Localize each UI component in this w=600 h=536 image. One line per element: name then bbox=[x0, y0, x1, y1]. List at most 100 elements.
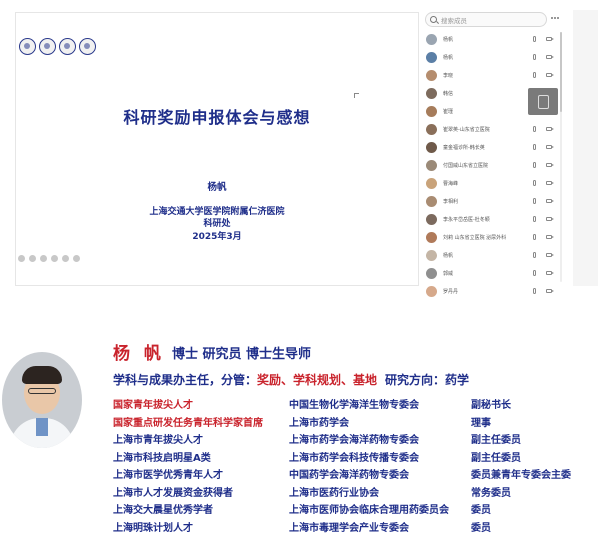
pen-icon[interactable] bbox=[40, 255, 47, 262]
logo-seal-2 bbox=[39, 38, 56, 55]
avatar bbox=[426, 177, 437, 189]
participant-row[interactable]: 付国威山东省立医院 bbox=[421, 156, 563, 174]
slide-date: 2025年3月 bbox=[192, 232, 242, 242]
participant-name: 罗丹丹 bbox=[443, 288, 459, 295]
roles-list: 副秘书长 理事 副主任委员 副主任委员 委员兼青年专委会主委 常务委员 委员 委员 bbox=[471, 397, 571, 536]
organization-item: 上海市毒理学会产业专委会 bbox=[289, 522, 409, 534]
research-direction: 研究方向：药学 bbox=[385, 373, 470, 387]
pointer-icon[interactable] bbox=[51, 255, 58, 262]
honor-item: 上海市青年拔尖人才 bbox=[113, 435, 203, 446]
honor-item: 上海交大晨星优秀学者 bbox=[113, 505, 213, 516]
position-prefix: 学科与成果办主任，分管： bbox=[113, 373, 258, 387]
bio-titles: 博士 研究员 博士生导师 bbox=[172, 347, 312, 362]
avatar bbox=[426, 213, 437, 225]
honor-item: 国家青年拔尖人才 bbox=[113, 400, 193, 411]
participant-name: 郭威 bbox=[443, 270, 454, 277]
participant-row[interactable]: 崔翠英-山东省立医院 bbox=[421, 120, 563, 138]
speaker-photo bbox=[2, 352, 82, 448]
participant-name: 李晓 bbox=[443, 72, 454, 79]
zoom-icon[interactable] bbox=[62, 255, 69, 262]
avatar bbox=[426, 231, 437, 243]
honor-item: 上海市科技启明星A类 bbox=[113, 452, 211, 464]
microphone-icon[interactable] bbox=[533, 54, 536, 60]
meeting-screen-capture: 科研奖励申报体会与感想 杨帆 上海交通大学医学院附属仁济医院 科研处 2025年… bbox=[0, 0, 600, 300]
camera-icon[interactable] bbox=[546, 289, 554, 293]
camera-icon[interactable] bbox=[546, 271, 554, 275]
participant-name: 刘莉 山东省立医院 泌尿外科 bbox=[443, 234, 507, 241]
participant-name: 李永平岱岳医-杜冬颖 bbox=[443, 216, 490, 223]
participant-row[interactable]: 童金福诊所-韩长英 bbox=[421, 138, 563, 156]
participant-name: 韩信 bbox=[443, 90, 454, 97]
camera-icon[interactable] bbox=[546, 163, 554, 167]
participant-row[interactable]: 曹海峰 bbox=[421, 174, 563, 192]
camera-icon[interactable] bbox=[546, 181, 554, 185]
participant-name: 杨帆 bbox=[443, 54, 454, 61]
microphone-icon[interactable] bbox=[533, 180, 536, 186]
organization-item: 中国生物化学海洋生物专委会 bbox=[289, 400, 419, 411]
participant-row[interactable]: 李相利 bbox=[421, 192, 563, 210]
participant-row[interactable]: 李永平岱岳医-杜冬颖 bbox=[421, 210, 563, 228]
avatar bbox=[426, 285, 437, 297]
microphone-icon[interactable] bbox=[533, 216, 536, 222]
camera-icon[interactable] bbox=[546, 217, 554, 221]
camera-icon[interactable] bbox=[546, 55, 554, 59]
participant-row[interactable]: 杨帆 bbox=[421, 246, 563, 264]
participant-row[interactable]: 李晓 bbox=[421, 66, 563, 84]
microphone-icon[interactable] bbox=[533, 36, 536, 42]
organization-item: 上海市医师协会临床合理用药委员会 bbox=[289, 505, 449, 516]
avatar bbox=[426, 267, 437, 279]
shared-slide: 科研奖励申报体会与感想 杨帆 上海交通大学医学院附属仁济医院 科研处 2025年… bbox=[15, 12, 419, 286]
participant-scrollbar[interactable] bbox=[560, 32, 562, 282]
microphone-icon[interactable] bbox=[533, 162, 536, 168]
avatar bbox=[426, 123, 437, 135]
camera-icon[interactable] bbox=[546, 235, 554, 239]
logo-seal-3 bbox=[59, 38, 76, 55]
participant-row[interactable]: 郭威 bbox=[421, 264, 563, 282]
bio-position-line: 学科与成果办主任，分管：奖励、学科规划、基地 研究方向：药学 bbox=[113, 371, 469, 388]
camera-icon[interactable] bbox=[546, 73, 554, 77]
participant-name: 崔瑾 bbox=[443, 108, 454, 115]
honor-item: 上海市医学优秀青年人才 bbox=[113, 470, 223, 481]
microphone-icon[interactable] bbox=[533, 234, 536, 240]
search-icon bbox=[430, 16, 437, 23]
search-input[interactable]: 搜索成员 bbox=[425, 12, 547, 27]
participant-row[interactable]: 罗丹丹 bbox=[421, 282, 563, 300]
bio-name: 杨 帆 bbox=[113, 344, 165, 364]
slide-title: 科研奖励申报体会与感想 bbox=[123, 108, 311, 127]
honor-item: 上海明珠计划人才 bbox=[113, 522, 193, 534]
slide-toolbar bbox=[18, 255, 80, 262]
next-slide-icon[interactable] bbox=[29, 255, 36, 262]
more-icon[interactable] bbox=[551, 17, 559, 19]
camera-icon[interactable] bbox=[546, 127, 554, 131]
avatar bbox=[426, 141, 437, 153]
microphone-icon[interactable] bbox=[533, 126, 536, 132]
floating-widget[interactable] bbox=[528, 88, 558, 115]
participant-row[interactable]: 刘莉 山东省立医院 泌尿外科 bbox=[421, 228, 563, 246]
microphone-icon[interactable] bbox=[533, 252, 536, 258]
microphone-icon[interactable] bbox=[533, 288, 536, 294]
camera-icon[interactable] bbox=[546, 253, 554, 257]
microphone-icon[interactable] bbox=[533, 270, 536, 276]
role-item: 委员 bbox=[471, 522, 491, 534]
window-edge-strip bbox=[573, 10, 598, 286]
avatar bbox=[426, 33, 437, 45]
participant-row[interactable]: 杨帆 bbox=[421, 30, 563, 48]
avatar bbox=[426, 249, 437, 261]
more-options-icon[interactable] bbox=[73, 255, 80, 262]
camera-icon[interactable] bbox=[546, 199, 554, 203]
participant-name: 曹海峰 bbox=[443, 180, 459, 187]
participant-name: 崔翠英-山东省立医院 bbox=[443, 126, 490, 133]
microphone-icon[interactable] bbox=[533, 72, 536, 78]
honors-list: 国家青年拔尖人才国家重点研发任务青年科学家首席 上海市青年拔尖人才 上海市科技启明星… bbox=[113, 397, 263, 536]
prev-slide-icon[interactable] bbox=[18, 255, 25, 262]
camera-icon[interactable] bbox=[546, 145, 554, 149]
microphone-icon[interactable] bbox=[533, 144, 536, 150]
microphone-icon[interactable] bbox=[533, 198, 536, 204]
camera-icon[interactable] bbox=[546, 37, 554, 41]
honor-item: 国家重点研发任务青年科学家首席 bbox=[113, 417, 263, 429]
participant-row[interactable]: 杨帆 bbox=[421, 48, 563, 66]
avatar bbox=[426, 87, 437, 99]
role-item: 理事 bbox=[471, 417, 491, 429]
organization-item: 上海市医药行业协会 bbox=[289, 487, 379, 499]
organization-item: 中国药学会海洋药物专委会 bbox=[289, 470, 409, 481]
